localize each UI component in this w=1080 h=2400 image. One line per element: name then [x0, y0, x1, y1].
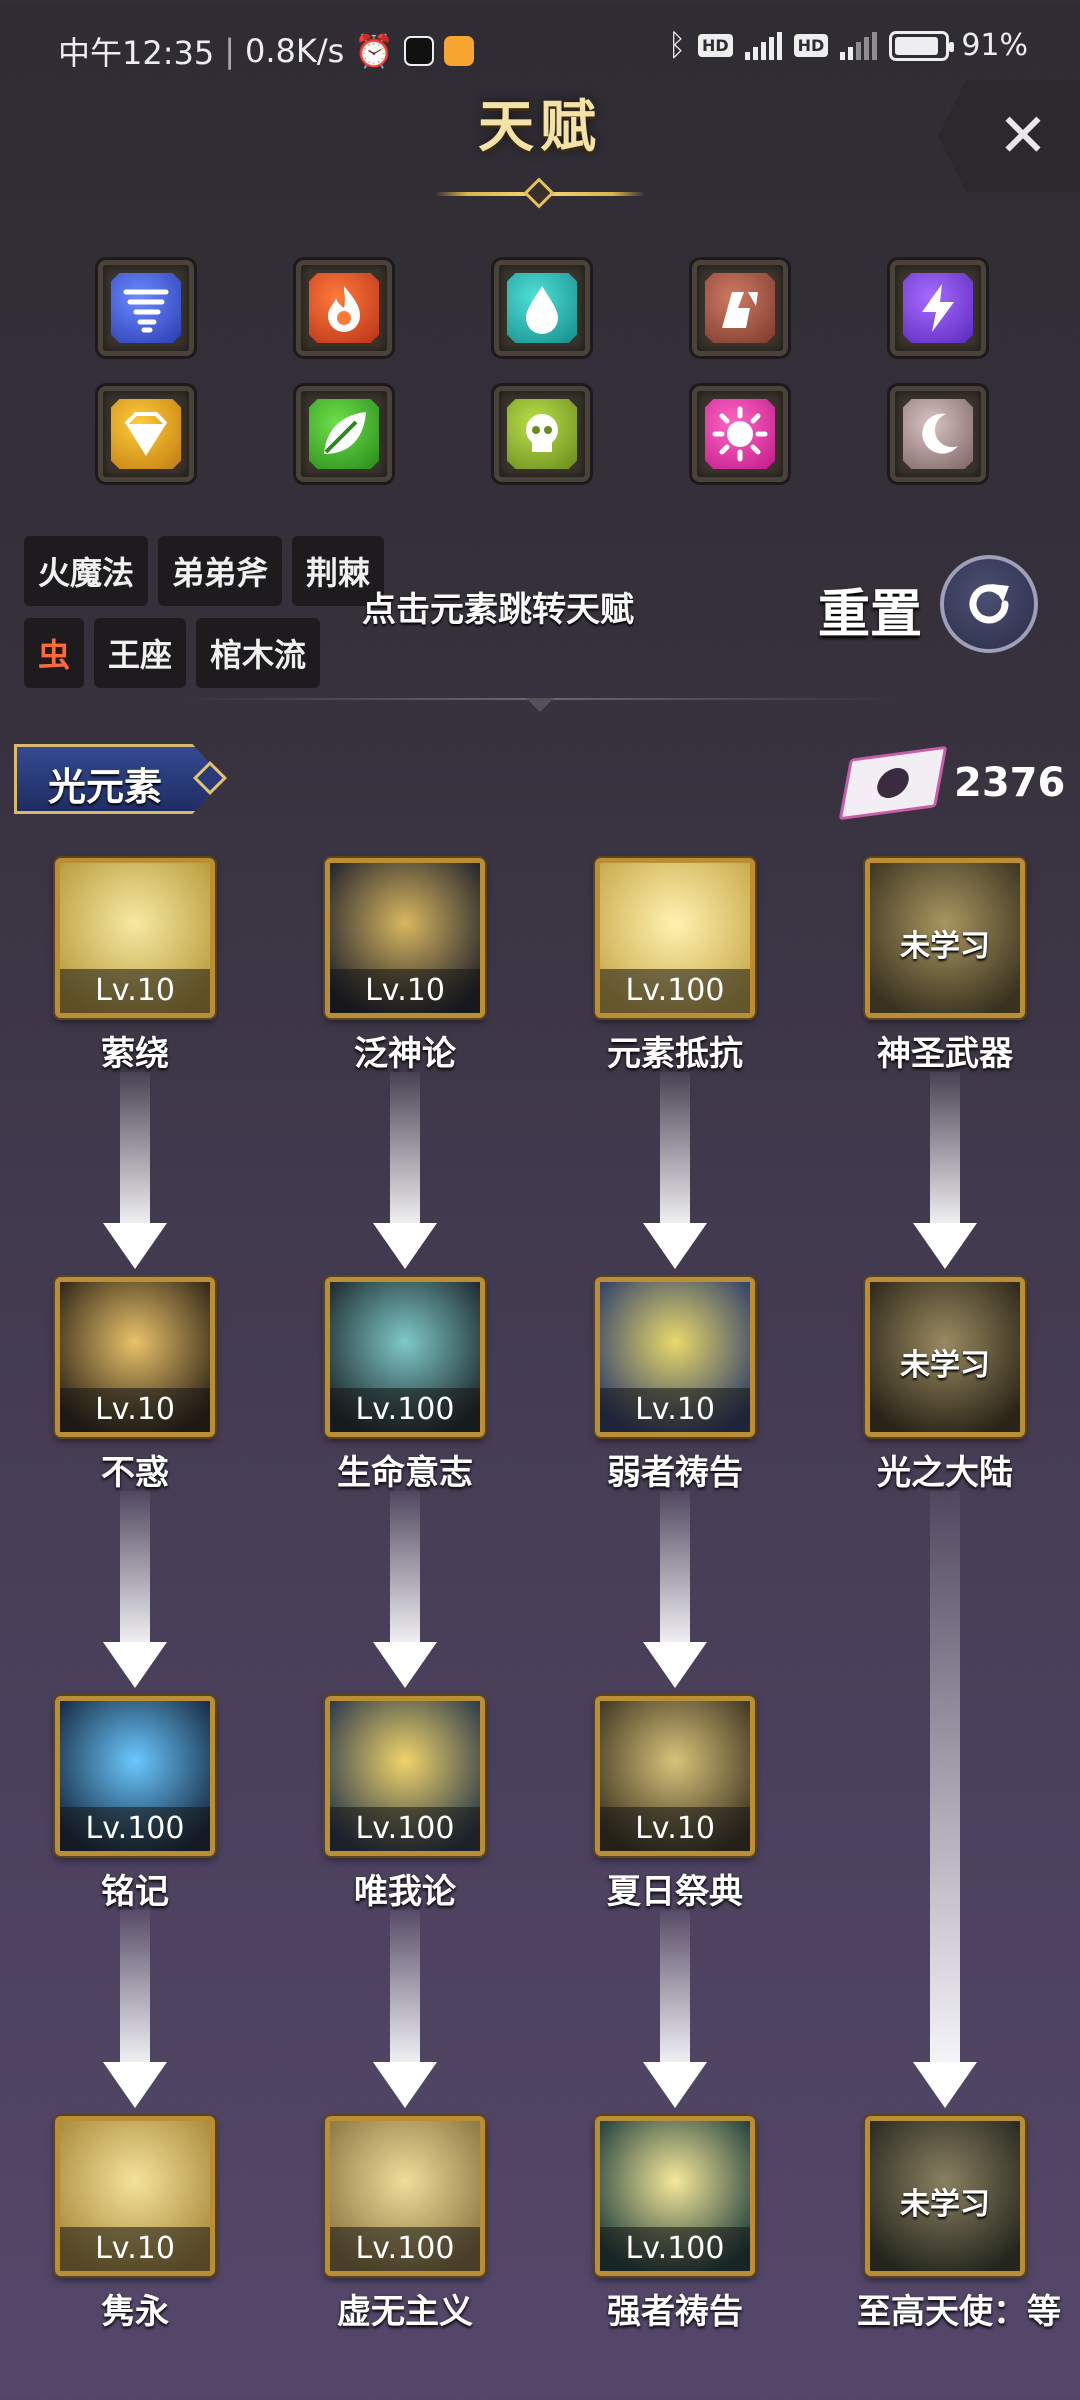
talent-card[interactable]: Lv.100	[325, 2116, 485, 2276]
talent-name: 至高天使：等	[857, 2292, 1061, 2332]
wood-element-icon[interactable]	[296, 386, 392, 482]
alarm-icon: ⏰	[354, 32, 395, 70]
talent-name: 元素抵抗	[607, 1034, 743, 1074]
notes-app-icon	[444, 36, 475, 66]
page-title: 天赋	[478, 94, 602, 160]
refresh-icon	[969, 584, 1009, 624]
tiktok-icon	[404, 36, 435, 66]
talent-card[interactable]: Lv.10	[55, 1277, 215, 1437]
gold-element-icon[interactable]	[98, 386, 194, 482]
progression-arrow	[103, 1072, 167, 1269]
section-title: 光元素	[48, 764, 163, 809]
build-tag[interactable]: 棺木流	[196, 618, 321, 688]
hint-text: 点击元素跳转天赋	[362, 590, 634, 630]
talent-card[interactable]: 未学习	[865, 1277, 1025, 1437]
talent-points: 2376	[838, 745, 1066, 821]
water-element-icon[interactable]	[494, 260, 590, 356]
progression-arrow	[643, 1491, 707, 1688]
fire-element-icon[interactable]	[296, 260, 392, 356]
talent-name: 夏日祭典	[607, 1872, 743, 1912]
build-tag[interactable]: 弟弟斧	[158, 536, 283, 606]
progression-arrow	[643, 1072, 707, 1269]
talent-card[interactable]: Lv.10	[55, 2116, 215, 2276]
talent-name: 生命意志	[337, 1453, 473, 1493]
talent-level: Lv.100	[330, 2227, 480, 2271]
talent-card[interactable]: Lv.10	[595, 1277, 755, 1437]
talent-locked-label: 未学习	[900, 1348, 990, 1383]
earth-element-icon[interactable]	[692, 260, 788, 356]
talent-card[interactable]: Lv.10	[595, 1696, 755, 1856]
talent-name: 弱者祷告	[607, 1453, 743, 1493]
signal-icon	[840, 31, 878, 60]
talent-name: 泛神论	[354, 1034, 456, 1074]
talent-level: Lv.100	[60, 1807, 210, 1851]
build-tag[interactable]: 王座	[94, 618, 187, 688]
talent-card[interactable]: Lv.100	[595, 2116, 755, 2276]
progression-arrow	[643, 1910, 707, 2108]
progression-arrow	[913, 1072, 977, 1269]
talent-scroll-icon	[838, 745, 948, 821]
talent-name: 光之大陆	[877, 1453, 1013, 1493]
network-speed: 0.8K/s	[245, 32, 345, 70]
progression-arrow	[373, 1910, 437, 2108]
progression-arrow	[103, 1491, 167, 1688]
section-banner: 光元素	[0, 738, 245, 820]
talent-card[interactable]: Lv.100	[325, 1277, 485, 1437]
build-tag[interactable]: 虫	[24, 618, 85, 688]
talent-name: 铭记	[101, 1872, 169, 1912]
close-icon: ✕	[997, 101, 1049, 171]
talent-card[interactable]: Lv.10	[325, 858, 485, 1018]
bluetooth-icon: ᛒ	[667, 28, 686, 63]
talent-locked-label: 未学习	[900, 929, 990, 964]
talent-card[interactable]: 未学习	[865, 858, 1025, 1018]
divider-tip	[526, 698, 554, 712]
talent-level: Lv.100	[330, 1807, 480, 1851]
talent-level: Lv.10	[600, 1388, 750, 1432]
title-ornament	[435, 177, 645, 209]
progression-arrow	[103, 1910, 167, 2108]
talent-card[interactable]: Lv.10	[55, 858, 215, 1018]
talent-level: Lv.10	[60, 1388, 210, 1432]
reset-button[interactable]	[940, 555, 1038, 653]
talent-name: 唯我论	[354, 1872, 456, 1912]
battery-percent: 91%	[961, 28, 1028, 63]
element-selector	[98, 260, 988, 482]
talent-level: Lv.100	[330, 1388, 480, 1432]
talent-points-value: 2376	[954, 760, 1066, 806]
talent-name: 隽永	[101, 2292, 169, 2332]
progression-arrow	[373, 1072, 437, 1269]
talent-name: 神圣武器	[877, 1034, 1013, 1074]
talent-level: Lv.10	[600, 1807, 750, 1851]
talent-locked-label: 未学习	[900, 2187, 990, 2222]
build-tag[interactable]: 火魔法	[24, 536, 149, 606]
wind-element-icon[interactable]	[98, 260, 194, 356]
dark-element-icon[interactable]	[890, 386, 986, 482]
talent-name: 强者祷告	[607, 2292, 743, 2332]
hd-icon: HD	[793, 34, 829, 57]
talent-card[interactable]: Lv.100	[55, 1696, 215, 1856]
status-bar: 中午12:35 | 0.8K/s ⏰ ᛒ HD HD 91%	[58, 28, 1028, 72]
clock: 中午12:35	[58, 34, 215, 72]
talent-level: Lv.10	[60, 2227, 210, 2271]
progression-arrow	[913, 1491, 977, 2108]
signal-icon	[744, 31, 782, 60]
talent-card[interactable]: Lv.100	[595, 858, 755, 1018]
battery-icon	[889, 30, 955, 61]
talent-level: Lv.10	[60, 969, 210, 1013]
talent-level: Lv.100	[600, 2227, 750, 2271]
talent-level: Lv.100	[600, 969, 750, 1013]
thunder-element-icon[interactable]	[890, 260, 986, 356]
talent-card[interactable]: Lv.100	[325, 1696, 485, 1856]
close-button[interactable]: ✕	[938, 80, 1080, 192]
hd-icon: HD	[697, 34, 733, 57]
poison-element-icon[interactable]	[494, 386, 590, 482]
light-element-icon[interactable]	[692, 386, 788, 482]
talent-name: 萦绕	[101, 1034, 169, 1074]
reset-label: 重置	[818, 584, 923, 645]
talent-card[interactable]: 未学习	[865, 2116, 1025, 2276]
talent-name: 虚无主义	[337, 2292, 473, 2332]
talent-name: 不惑	[101, 1453, 169, 1493]
progression-arrow	[373, 1491, 437, 1688]
talent-level: Lv.10	[330, 969, 480, 1013]
